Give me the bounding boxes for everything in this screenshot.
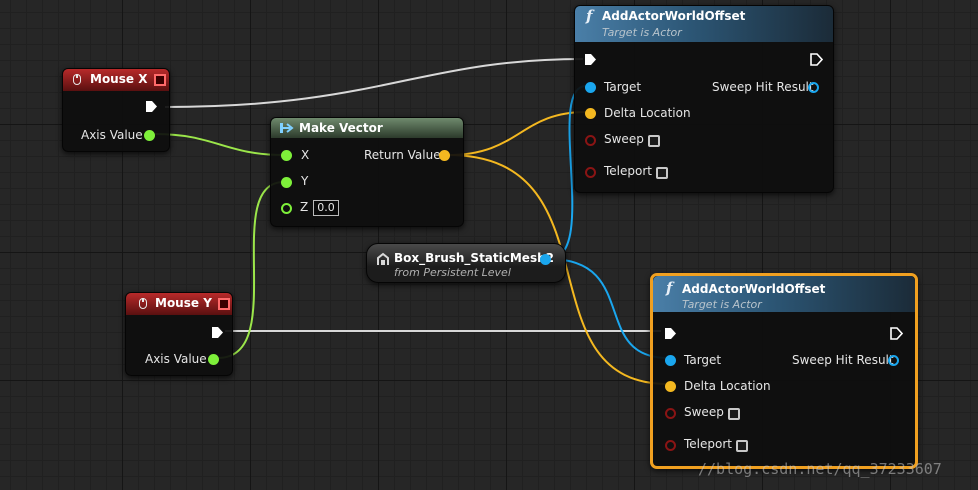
teleport-checkbox[interactable] xyxy=(656,167,668,179)
watermark: //blog.csdn.net/qq_37233607 xyxy=(698,460,942,478)
target-label: Target xyxy=(604,80,642,94)
sweep-checkbox[interactable] xyxy=(648,135,660,147)
target-in-pin[interactable] xyxy=(665,355,676,366)
node-title: Mouse X xyxy=(90,72,148,86)
close-icon[interactable] xyxy=(154,74,166,86)
sweep-hit-result-label: Sweep Hit Result xyxy=(712,80,814,94)
delta-location-in-pin[interactable] xyxy=(585,108,596,119)
exec-out-pin-icon[interactable] xyxy=(810,53,823,66)
node-header: f AddActorWorldOffset Target is Actor xyxy=(575,6,833,42)
sweep-label: Sweep xyxy=(604,132,644,146)
exec-out-pin-icon[interactable] xyxy=(211,326,224,339)
mouse-y-node[interactable]: Mouse Y Axis Value xyxy=(125,292,233,376)
vector-wire-to-offset1 xyxy=(447,111,587,156)
teleport-checkbox[interactable] xyxy=(736,440,748,452)
axis-value-label: Axis Value xyxy=(81,128,143,142)
return-value-out-pin[interactable] xyxy=(439,150,450,161)
sweep-hit-result-out-pin[interactable] xyxy=(808,82,819,93)
x-label: X xyxy=(301,148,310,162)
function-icon xyxy=(280,123,294,133)
exec-out-pin-icon[interactable] xyxy=(890,327,903,340)
close-icon[interactable] xyxy=(218,298,230,310)
sweep-in-pin[interactable] xyxy=(585,135,596,146)
exec-in-pin-icon[interactable] xyxy=(664,327,677,340)
node-title: AddActorWorldOffset xyxy=(682,282,826,296)
float-wire-mousex-to-x xyxy=(154,133,285,156)
teleport-in-pin[interactable] xyxy=(665,440,676,451)
mouse-x-node[interactable]: Mouse X Axis Value xyxy=(62,68,170,152)
mouse-icon xyxy=(73,74,81,85)
exec-wire-mousex-to-offset1 xyxy=(164,58,584,108)
node-title: Box_Brush_StaticMesh2 xyxy=(394,251,554,265)
function-icon: f xyxy=(586,7,593,25)
object-out-pin[interactable] xyxy=(540,254,551,265)
make-vector-node[interactable]: Make Vector X Y Z 0.0 Return Value xyxy=(270,117,464,227)
z-in-pin[interactable] xyxy=(281,203,292,214)
box-brush-reference-node[interactable]: Box_Brush_StaticMesh2 from Persistent Le… xyxy=(366,243,566,283)
delta-location-in-pin[interactable] xyxy=(665,381,676,392)
y-label: Y xyxy=(301,174,309,188)
function-icon: f xyxy=(666,279,673,297)
delta-location-label: Delta Location xyxy=(684,379,771,393)
exec-out-pin-icon[interactable] xyxy=(145,100,158,113)
sweep-hit-result-label: Sweep Hit Result xyxy=(792,353,894,367)
z-value-input[interactable]: 0.0 xyxy=(313,200,339,216)
node-subtitle: Target is Actor xyxy=(682,298,762,311)
node-title: AddActorWorldOffset xyxy=(602,9,746,23)
node-header: Make Vector xyxy=(271,118,463,138)
node-title: Mouse Y xyxy=(155,296,212,310)
target-in-pin[interactable] xyxy=(585,82,596,93)
mouse-icon xyxy=(139,298,147,309)
exec-in-pin-icon[interactable] xyxy=(584,53,597,66)
delta-location-label: Delta Location xyxy=(604,106,691,120)
x-in-pin[interactable] xyxy=(281,150,292,161)
node-subtitle: from Persistent Level xyxy=(394,266,511,279)
node-header: Mouse Y xyxy=(126,293,232,315)
axis-value-out-pin[interactable] xyxy=(208,354,219,365)
node-title: Make Vector xyxy=(299,121,383,135)
teleport-label: Teleport xyxy=(604,164,652,178)
axis-value-label: Axis Value xyxy=(145,352,207,366)
teleport-in-pin[interactable] xyxy=(585,167,596,178)
node-header: Mouse X xyxy=(63,69,169,91)
z-label: Z xyxy=(300,200,309,214)
y-in-pin[interactable] xyxy=(281,177,292,188)
add-actor-world-offset-node-1[interactable]: f AddActorWorldOffset Target is Actor Ta… xyxy=(574,5,834,193)
target-label: Target xyxy=(684,353,722,367)
teleport-label: Teleport xyxy=(684,437,732,451)
sweep-label: Sweep xyxy=(684,405,724,419)
sweep-hit-result-out-pin[interactable] xyxy=(888,355,899,366)
node-header: f AddActorWorldOffset Target is Actor xyxy=(653,276,915,312)
node-subtitle: Target is Actor xyxy=(602,26,682,39)
return-value-label: Return Value xyxy=(364,148,441,162)
sweep-checkbox[interactable] xyxy=(728,408,740,420)
sweep-in-pin[interactable] xyxy=(665,408,676,419)
axis-value-out-pin[interactable] xyxy=(144,130,155,141)
add-actor-world-offset-node-2[interactable]: f AddActorWorldOffset Target is Actor Ta… xyxy=(650,273,918,469)
object-reference-icon xyxy=(377,252,389,265)
